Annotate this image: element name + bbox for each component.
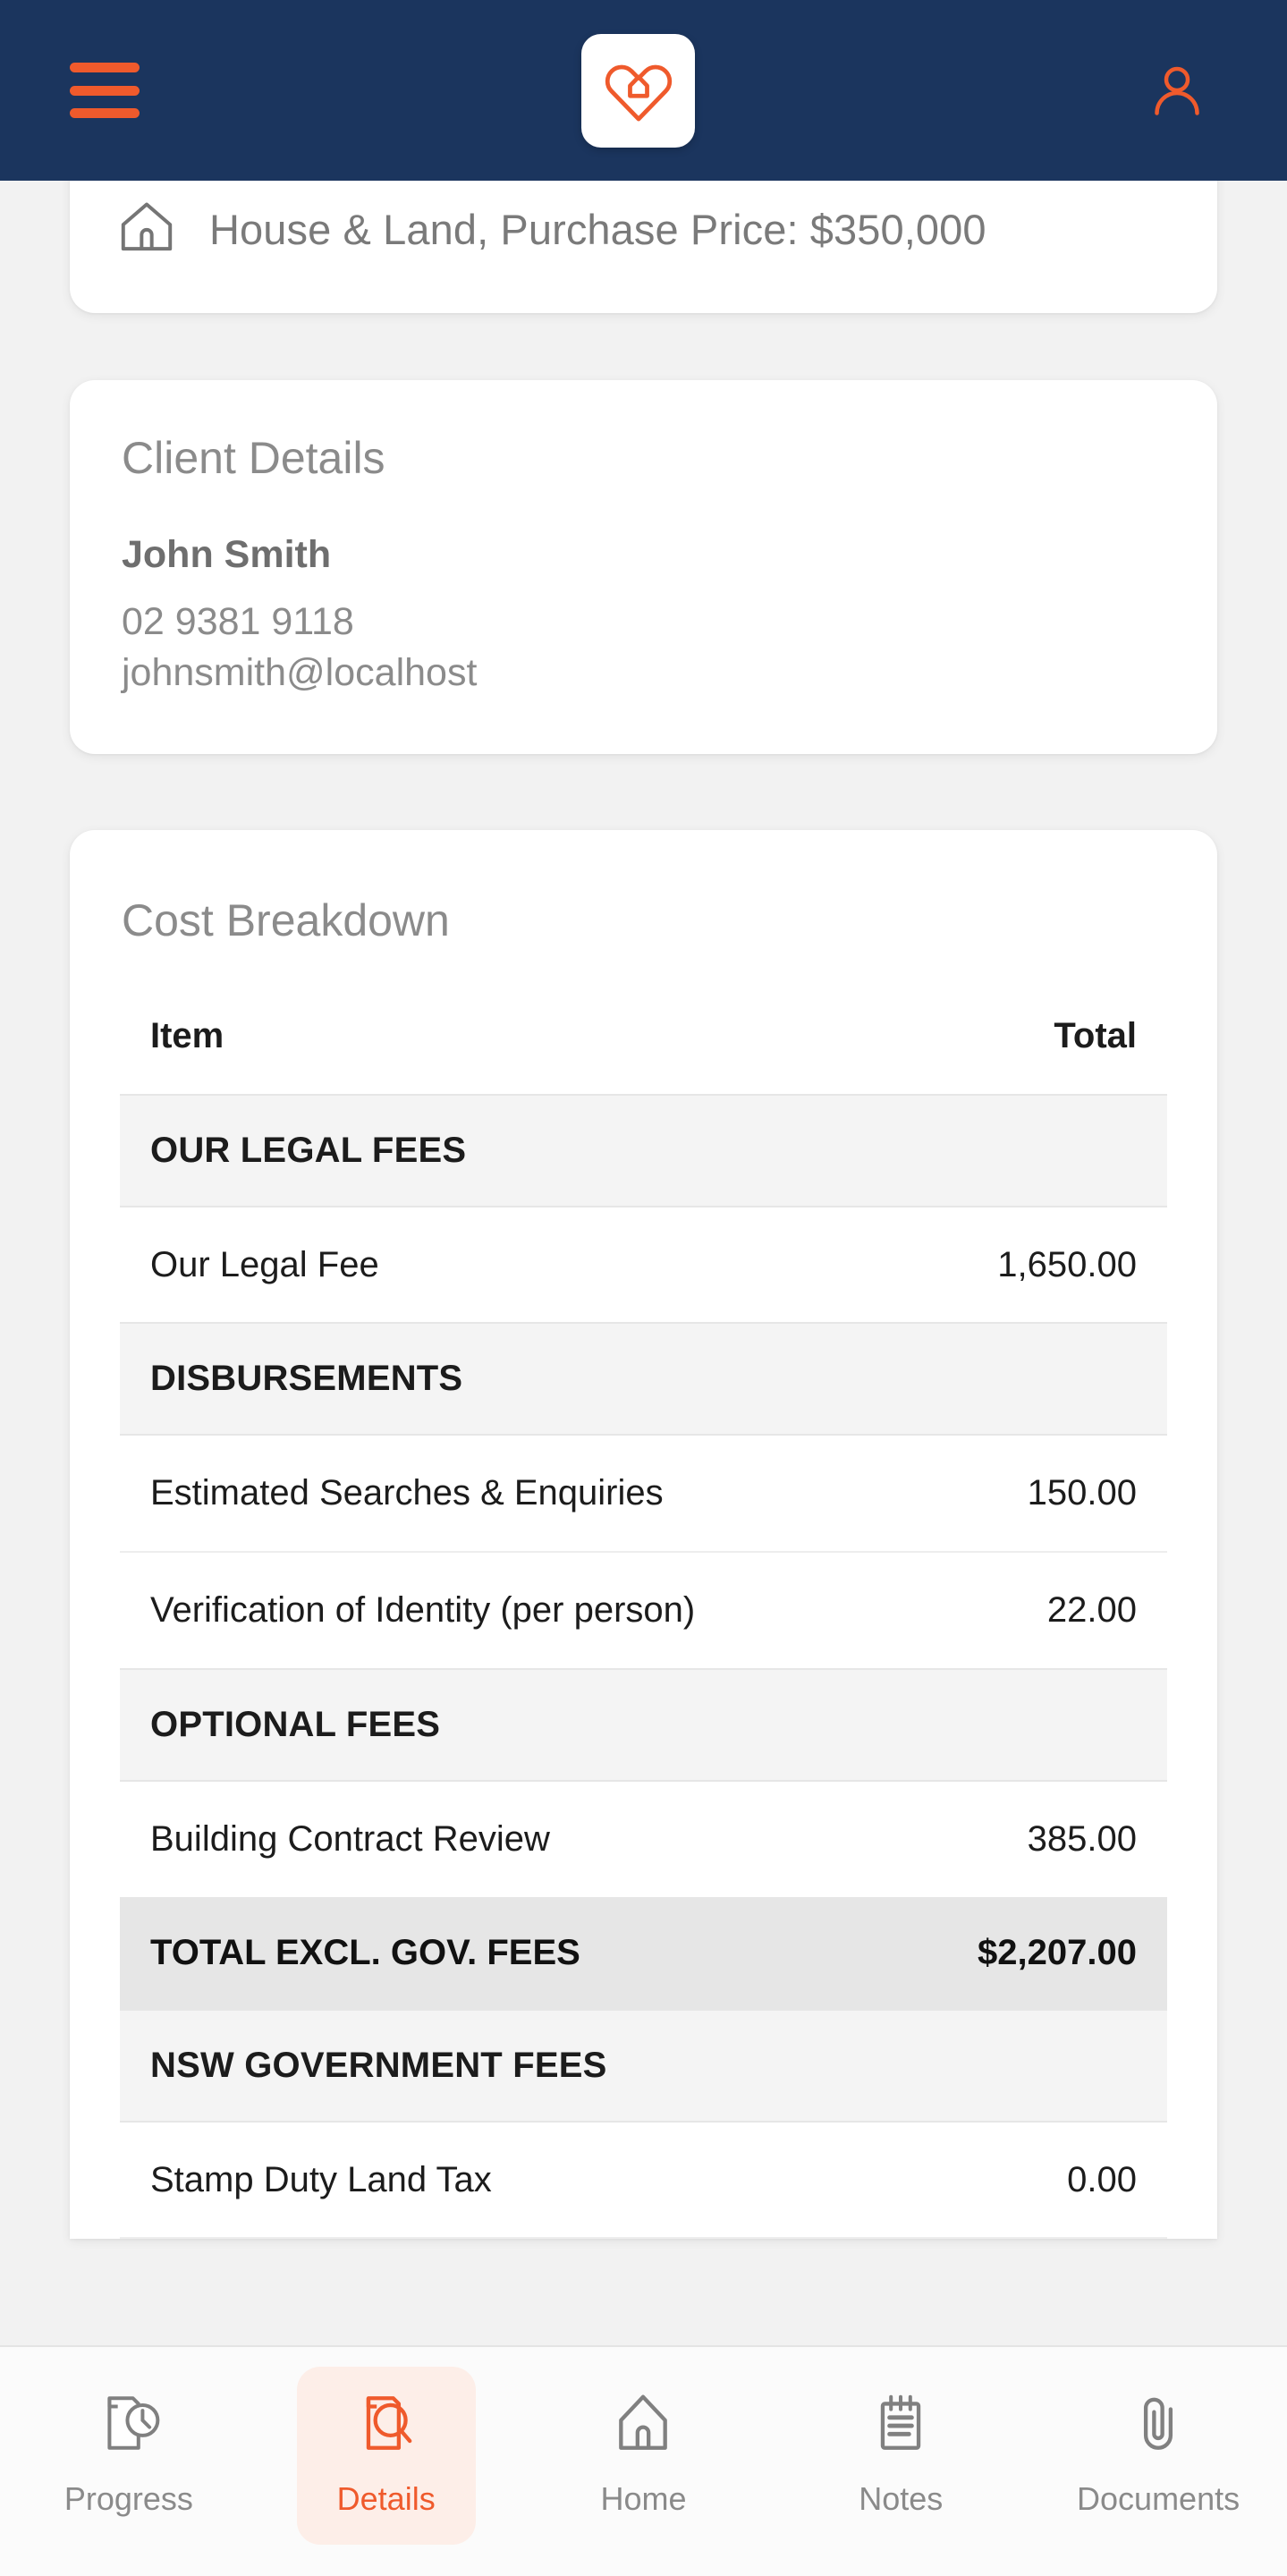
bottom-navigation-bar: Progress Details Home Notes Documents <box>0 2345 1287 2576</box>
cost-item-label: Our Legal Fee <box>150 1244 379 1284</box>
cost-item-row: Building Contract Review 385.00 <box>120 1781 1167 1897</box>
document-clock-icon <box>96 2390 162 2461</box>
nav-item-home[interactable]: Home <box>554 2367 732 2545</box>
hamburger-bar <box>70 63 140 72</box>
cost-item-amount: 1,650.00 <box>997 1244 1137 1284</box>
nav-item-notes[interactable]: Notes <box>811 2367 990 2545</box>
cost-item-row: Verification of Identity (per person) 22.… <box>120 1552 1167 1669</box>
house-icon <box>116 197 177 262</box>
nav-label-progress: Progress <box>64 2480 193 2517</box>
heart-house-logo-icon[interactable] <box>581 33 695 148</box>
paperclip-icon <box>1125 2390 1191 2461</box>
column-header-item: Item <box>150 1015 224 1055</box>
cost-item-label: Verification of Identity (per person) <box>150 1590 696 1631</box>
cost-item-label: Estimated Searches & Enquiries <box>120 1435 833 1554</box>
notepad-icon <box>868 2390 934 2461</box>
property-summary-text: House & Land, Purchase Price: $350,000 <box>209 205 986 253</box>
cost-breakdown-card: Cost Breakdown Item Total OUR LEGAL FEES… <box>70 829 1217 2240</box>
cost-group-row: OPTIONAL FEES <box>120 1667 1167 1782</box>
nav-label-documents: Documents <box>1077 2480 1240 2517</box>
cost-item-row: Stamp Duty Land Tax 0.00 <box>120 2121 1167 2240</box>
cost-item-amount: 385.00 <box>1027 1818 1137 1859</box>
cost-group-row: DISBURSEMENTS <box>120 1322 1167 1436</box>
table-header-row: Item Total <box>120 1016 1167 1095</box>
cost-total-row: TOTAL EXCL. GOV. FEES $2,207.00 <box>120 1896 1167 2010</box>
cost-group-label: NSW GOVERNMENT FEES <box>120 2008 1167 2123</box>
cost-group-row: OUR LEGAL FEES <box>120 1093 1167 1208</box>
cost-item-label: Building Contract Review <box>150 1818 550 1859</box>
app-header <box>0 0 1287 181</box>
app-screen: House & Land, Purchase Price: $350,000 C… <box>0 0 1287 2576</box>
cost-group-label: DISBURSEMENTS <box>120 1322 1167 1436</box>
cost-group-label: OUR LEGAL FEES <box>120 1093 1167 1208</box>
nav-item-documents[interactable]: Documents <box>1069 2367 1248 2545</box>
nav-label-details: Details <box>336 2480 436 2517</box>
client-phone[interactable]: 02 9381 9118 <box>122 597 1165 648</box>
property-summary-card[interactable]: House & Land, Purchase Price: $350,000 <box>70 181 1217 313</box>
cost-item-amount: 22.00 <box>1046 1590 1137 1631</box>
nav-label-home: Home <box>600 2480 687 2517</box>
column-header-total: Total <box>1054 1015 1137 1055</box>
hamburger-bar <box>70 85 140 96</box>
cost-table-header: Item Total <box>120 1016 1167 1095</box>
user-account-icon[interactable] <box>1137 50 1217 131</box>
hamburger-bar <box>70 108 140 118</box>
cost-group-label: OPTIONAL FEES <box>120 1667 1167 1782</box>
cost-breakdown-table: Item Total OUR LEGAL FEES Our Legal Fee 1,… <box>120 1016 1167 2240</box>
cost-item-amount: 0.00 <box>832 2121 1167 2240</box>
client-email[interactable]: johnsmith@localhost <box>122 648 1165 699</box>
client-details-card: Client Details John Smith 02 9381 9118 j… <box>70 380 1217 754</box>
nav-item-details[interactable]: Details <box>296 2367 476 2545</box>
house-outline-icon <box>610 2390 676 2461</box>
cost-total-label: TOTAL EXCL. GOV. FEES <box>120 1896 833 2010</box>
client-name: John Smith <box>122 533 332 576</box>
content-scroll-area[interactable]: House & Land, Purchase Price: $350,000 C… <box>0 181 1287 2576</box>
nav-label-notes: Notes <box>859 2480 944 2517</box>
cost-item-row: Estimated Searches & Enquiries 150.00 <box>120 1435 1167 1554</box>
cost-breakdown-title: Cost Breakdown <box>122 894 450 945</box>
cost-item-label: Stamp Duty Land Tax <box>120 2121 833 2240</box>
client-details-title: Client Details <box>122 433 385 483</box>
cost-total-amount: $2,207.00 <box>832 1896 1167 2010</box>
document-search-icon <box>353 2390 419 2461</box>
nav-item-progress[interactable]: Progress <box>39 2367 218 2545</box>
hamburger-menu-icon[interactable] <box>70 63 140 118</box>
cost-table-body: OUR LEGAL FEES Our Legal Fee 1,650.00 DISBU… <box>120 1093 1167 2240</box>
cost-group-row: NSW GOVERNMENT FEES <box>120 2008 1167 2123</box>
cost-item-row: Our Legal Fee 1,650.00 <box>120 1207 1167 1324</box>
cost-item-amount: 150.00 <box>832 1435 1167 1554</box>
